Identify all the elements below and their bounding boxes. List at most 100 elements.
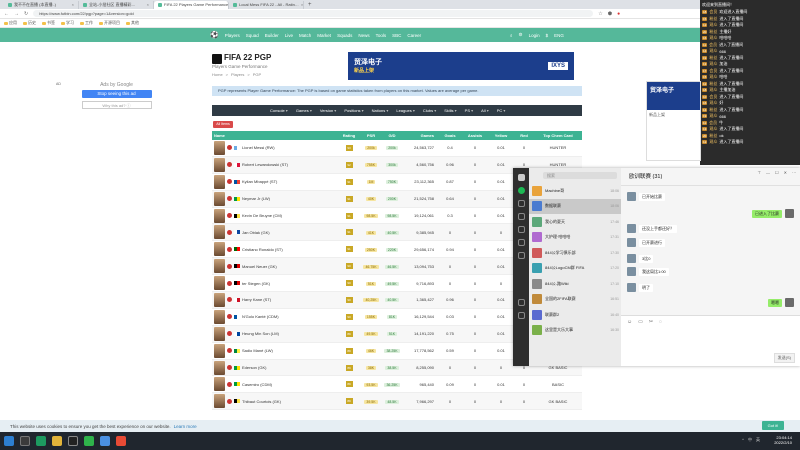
breadcrumb-item[interactable]: Players	[231, 72, 244, 77]
search-icon[interactable]	[20, 436, 30, 446]
filter-all[interactable]: All	[481, 108, 489, 113]
nav-item-tools[interactable]: Tools	[376, 33, 387, 38]
bookmark-item[interactable]: 其他	[126, 20, 139, 26]
tray-item[interactable]: 中	[748, 437, 752, 443]
chat-username[interactable]: 观众	[709, 100, 717, 106]
forward-icon[interactable]: →	[14, 11, 19, 17]
folder-icon[interactable]: ▭	[638, 319, 643, 325]
nav-right-item[interactable]: $	[546, 33, 549, 38]
player-name-link[interactable]: Neymar Jr (LW)	[242, 196, 270, 201]
settings-icon[interactable]: ⚙	[519, 32, 523, 38]
breadcrumb-item[interactable]: PGP	[253, 72, 261, 77]
filter-console[interactable]: Console	[270, 108, 288, 113]
contacts-icon[interactable]	[517, 200, 525, 207]
col-rating[interactable]: Rating	[338, 133, 360, 138]
player-name-link[interactable]: Cristiano Ronaldo (ST)	[242, 247, 283, 252]
bookmark-item[interactable]: 工作	[80, 20, 93, 26]
nav-item-builder[interactable]: Builder	[265, 33, 279, 38]
chat-username[interactable]: 会员	[709, 94, 717, 100]
minimize-icon[interactable]: —	[766, 170, 770, 175]
menu-icon[interactable]	[517, 312, 525, 319]
col-red[interactable]: Red	[514, 133, 534, 138]
player-name-link[interactable]: Heung Min Son (LM)	[242, 331, 279, 336]
favorites-icon[interactable]	[517, 226, 525, 233]
bookmark-item[interactable]: 开源项目	[99, 20, 120, 26]
chat-username[interactable]: 粉丝	[709, 81, 717, 87]
nav-item-news[interactable]: News	[358, 33, 369, 38]
bookmark-item[interactable]: 学习	[61, 20, 74, 26]
chat-username[interactable]: 观众	[709, 126, 717, 132]
filter-pc[interactable]: PC	[497, 108, 506, 113]
player-name-link[interactable]: Harry Kane (ST)	[242, 297, 271, 302]
col-gd[interactable]: G/D	[382, 133, 402, 138]
apps-icon[interactable]	[517, 252, 525, 259]
conversation-item[interactable]: 大护理·哈哈哈 17:31	[529, 230, 621, 246]
conversation-item[interactable]: 这里是大乐大事 16:30	[529, 323, 621, 339]
bookmark-item[interactable]: 书签	[42, 20, 55, 26]
player-name-link[interactable]: Kylian Mbappé (ST)	[242, 179, 277, 184]
filter-nations[interactable]: Nations	[372, 108, 389, 113]
player-name-link[interactable]: Lionel Messi (RW)	[242, 145, 275, 150]
chat-username[interactable]: 会员	[709, 42, 717, 48]
player-name-link[interactable]: Casemiro (CDM)	[242, 382, 272, 387]
player-name-link[interactable]: Manuel Neuer (GK)	[242, 264, 277, 269]
col-games[interactable]: Games	[402, 133, 438, 138]
player-name-link[interactable]: Robert Lewandowski (ST)	[242, 162, 288, 167]
url-field[interactable]: https://www.futbin.com/22/pgp?page=1&ver…	[33, 10, 594, 17]
windows-start-icon[interactable]	[4, 436, 14, 446]
tab-close-icon[interactable]: ×	[301, 1, 303, 9]
nav-item-live[interactable]: Live	[285, 33, 293, 38]
moments-icon[interactable]	[517, 239, 525, 246]
chat-username[interactable]: 粉丝	[709, 29, 717, 35]
qq-icon[interactable]	[100, 436, 110, 446]
filter-games[interactable]: Games	[296, 108, 312, 113]
scissors-icon[interactable]: ✂	[649, 319, 653, 325]
files-icon[interactable]	[517, 213, 525, 220]
col-yellow[interactable]: Yellow	[488, 133, 514, 138]
nav-right-item[interactable]: Login	[529, 33, 540, 38]
send-button[interactable]: 发送(S)	[773, 353, 795, 363]
chat-username[interactable]: 会员	[709, 68, 717, 74]
col-assists[interactable]: Assists	[462, 133, 488, 138]
conversation-item[interactable]: 844公-路Wiki 17:10	[529, 276, 621, 292]
chat-username[interactable]: 粉丝	[709, 107, 717, 113]
tab-close-icon[interactable]: ×	[147, 1, 149, 9]
nav-item-market[interactable]: Market	[317, 33, 331, 38]
conversation-item[interactable]: Machine哥 18:06	[529, 183, 621, 199]
table-row[interactable]: Lionel Messi (RW) 93 200k 200k 24,563,727 0.4…	[212, 140, 582, 157]
bookmark-item[interactable]: 历史	[23, 20, 36, 26]
chat-username[interactable]: 粉丝	[709, 133, 717, 139]
filter-clubs[interactable]: Clubs	[423, 108, 436, 113]
conversation-item[interactable]: 联赛群2 16:40	[529, 307, 621, 323]
wechat-icon[interactable]	[84, 436, 94, 446]
conversation-item[interactable]: 844公LogoCM群 FIFA 17:20	[529, 261, 621, 277]
player-name-link[interactable]: Thibaut Courtois (GK)	[242, 399, 281, 404]
qq-search-input[interactable]: 搜索	[543, 172, 617, 179]
breadcrumb-item[interactable]: Home	[212, 72, 223, 77]
chat-username[interactable]: 观众	[709, 48, 717, 54]
col-psr[interactable]: PSR	[360, 133, 382, 138]
col-goals[interactable]: Goals	[438, 133, 462, 138]
col-top-chem-card[interactable]: Top Chem Card	[534, 133, 582, 138]
browser-tab[interactable]: 全站-小批社区 直播精彩… ×	[79, 1, 154, 9]
chat-username[interactable]: 观众	[709, 61, 717, 67]
nav-item-players[interactable]: Players	[225, 33, 240, 38]
all-items-button[interactable]: All Items	[213, 121, 233, 128]
nav-right-item[interactable]: ENG	[554, 33, 564, 38]
new-tab-icon[interactable]: +	[304, 1, 312, 9]
col-name[interactable]: Name	[212, 133, 338, 138]
pin-icon[interactable]: ⊤	[758, 170, 761, 175]
filter-ps[interactable]: PS	[465, 108, 473, 113]
nav-item-squad[interactable]: Squad	[246, 33, 259, 38]
learn-more-link[interactable]: Learn more	[174, 424, 197, 429]
chat-username[interactable]: 观众	[709, 22, 717, 28]
futbin-logo[interactable]: ⚽	[210, 31, 219, 39]
table-row[interactable]: Casemiro (CDM) 89 93.5K 36.25K 965,440 0.09 0 0…	[212, 376, 582, 394]
extension-icon[interactable]: ⬢	[608, 11, 612, 17]
chat-username[interactable]: 观众	[709, 139, 717, 145]
nav-item-sbc[interactable]: SBC	[392, 33, 401, 38]
player-name-link[interactable]: N'Golo Kanté (CDM)	[242, 314, 279, 319]
chat-bubble-icon[interactable]: ◌	[659, 319, 662, 325]
filter-version[interactable]: Version	[320, 108, 336, 113]
steam-icon[interactable]	[68, 436, 78, 446]
